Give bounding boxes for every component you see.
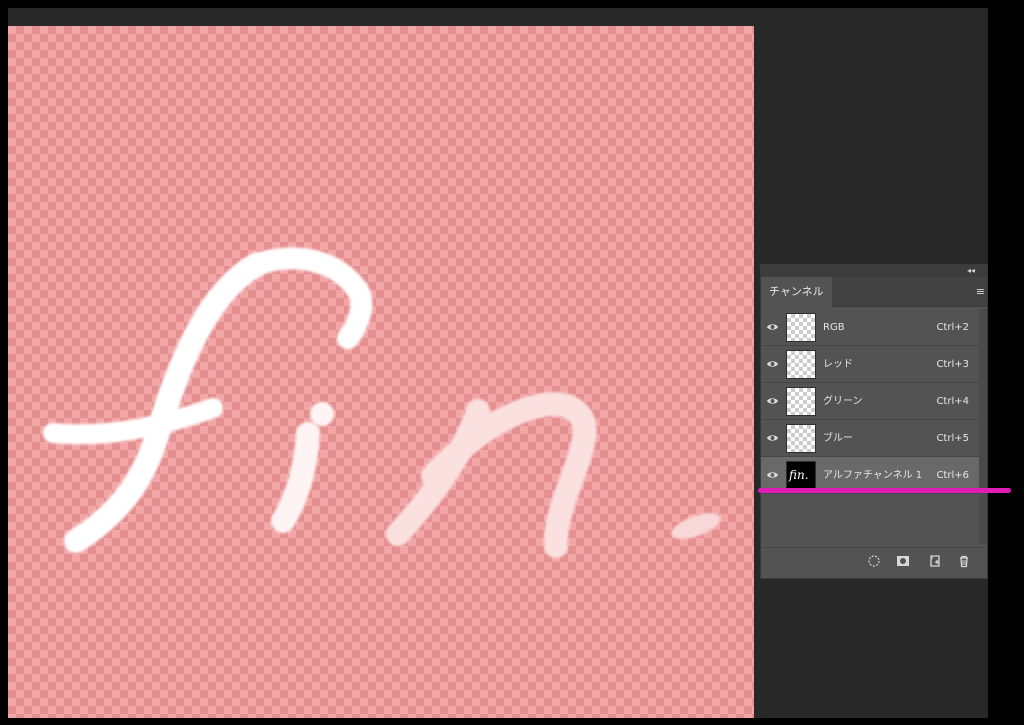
tab-channels[interactable]: チャンネル bbox=[761, 277, 832, 307]
handwritten-fin-artwork bbox=[43, 247, 721, 558]
channel-row-rgb[interactable]: RGB Ctrl+2 bbox=[761, 309, 981, 346]
annotation-underline bbox=[758, 488, 1011, 493]
collapse-panel-icon[interactable]: ◂◂ bbox=[967, 265, 975, 277]
channel-thumbnail bbox=[786, 387, 816, 416]
channels-panel: ◂◂ チャンネル ≡ RGB Ctrl+2 レッド Ctrl+3 グリーン Ct… bbox=[760, 264, 988, 579]
channel-thumbnail bbox=[786, 350, 816, 379]
document-canvas[interactable] bbox=[8, 26, 754, 718]
load-selection-icon[interactable] bbox=[867, 554, 881, 568]
panel-menu-icon[interactable]: ≡ bbox=[976, 286, 985, 298]
eye-icon[interactable] bbox=[766, 470, 779, 480]
eye-icon[interactable] bbox=[766, 433, 779, 443]
channel-name: RGB bbox=[823, 322, 845, 333]
channel-thumbnail bbox=[786, 424, 816, 453]
channel-row-blue[interactable]: ブルー Ctrl+5 bbox=[761, 420, 981, 457]
channel-name: ブルー bbox=[823, 433, 853, 444]
channel-list: RGB Ctrl+2 レッド Ctrl+3 グリーン Ctrl+4 ブルー Ct… bbox=[761, 309, 981, 494]
channel-row-red[interactable]: レッド Ctrl+3 bbox=[761, 346, 981, 383]
channel-shortcut: Ctrl+2 bbox=[936, 322, 969, 333]
panel-footer bbox=[761, 547, 987, 573]
panel-tab-bar: チャンネル ≡ bbox=[761, 277, 987, 307]
eye-icon[interactable] bbox=[766, 322, 779, 332]
new-channel-icon[interactable] bbox=[928, 554, 942, 568]
eye-icon[interactable] bbox=[766, 359, 779, 369]
channel-row-green[interactable]: グリーン Ctrl+4 bbox=[761, 383, 981, 420]
eye-icon[interactable] bbox=[766, 396, 779, 406]
channel-shortcut: Ctrl+3 bbox=[936, 359, 969, 370]
channel-shortcut: Ctrl+5 bbox=[936, 433, 969, 444]
panel-scrollbar[interactable] bbox=[979, 309, 987, 544]
trash-icon[interactable] bbox=[957, 554, 971, 568]
channel-name: グリーン bbox=[823, 396, 863, 407]
channel-name: レッド bbox=[823, 359, 853, 370]
save-selection-icon[interactable] bbox=[896, 554, 910, 568]
channel-thumbnail bbox=[786, 313, 816, 342]
channel-shortcut: Ctrl+4 bbox=[936, 396, 969, 407]
alpha-channel-thumbnail: fin. bbox=[786, 461, 816, 490]
panel-title-bar: ◂◂ bbox=[761, 265, 987, 277]
thumbnail-artwork-text: fin. bbox=[789, 468, 809, 482]
